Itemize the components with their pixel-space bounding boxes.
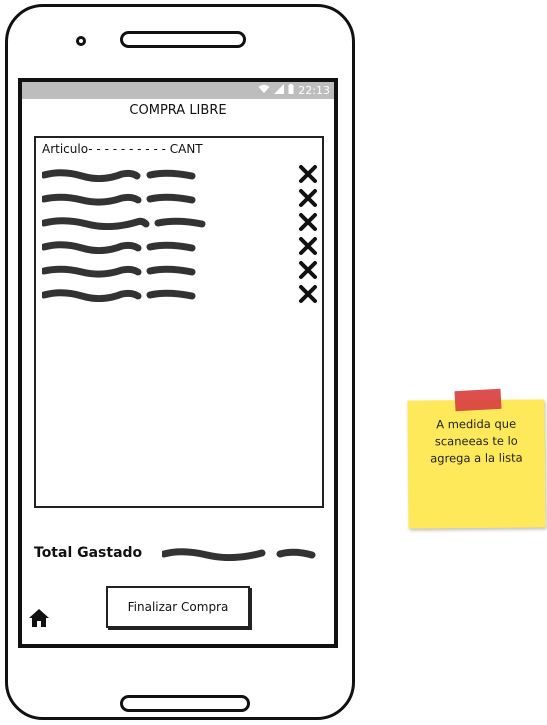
sticky-note: A medida que scaneeas te lo agrega a la … <box>407 399 546 529</box>
close-icon[interactable] <box>298 284 318 304</box>
redacted-article-text <box>42 289 196 302</box>
speaker-slot <box>120 31 246 48</box>
close-icon[interactable] <box>298 212 318 232</box>
wifi-icon <box>258 84 270 97</box>
screen-title: COMPRA LIBRE <box>129 103 227 118</box>
close-icon[interactable] <box>298 260 318 280</box>
close-icon[interactable] <box>298 236 318 256</box>
list-item <box>42 284 317 304</box>
status-time: 22:13 <box>298 84 330 97</box>
list-item <box>42 236 317 256</box>
list-item <box>42 212 317 232</box>
list-header: Articulo- - - - - - - - - - CANT <box>42 142 203 156</box>
list-item <box>42 188 317 208</box>
redacted-article-text <box>42 169 196 182</box>
status-bar: 22:13 <box>22 82 334 99</box>
redacted-article-text <box>42 265 196 278</box>
list-item <box>42 164 317 184</box>
total-label: Total Gastado <box>34 545 143 561</box>
camera-icon <box>76 36 86 46</box>
redacted-article-text <box>42 193 196 206</box>
sticky-note-text: A medida que scaneeas te lo agrega a la … <box>430 416 523 466</box>
redacted-article-text <box>42 217 206 230</box>
finish-purchase-button[interactable]: Finalizar Compra <box>106 586 250 628</box>
redacted-total-value <box>162 548 316 561</box>
phone-home-button[interactable] <box>120 695 250 712</box>
close-icon[interactable] <box>298 188 318 208</box>
redacted-article-text <box>42 241 196 254</box>
close-icon[interactable] <box>298 164 318 184</box>
house-icon[interactable] <box>28 608 50 628</box>
item-list: Articulo- - - - - - - - - - CANT <box>34 136 324 508</box>
sticky-tape <box>454 388 502 412</box>
list-item <box>42 260 317 280</box>
battery-icon <box>288 84 294 97</box>
app-screen: 22:13 COMPRA LIBRE Articulo- - - - - - -… <box>18 78 338 648</box>
signal-icon <box>274 84 285 97</box>
